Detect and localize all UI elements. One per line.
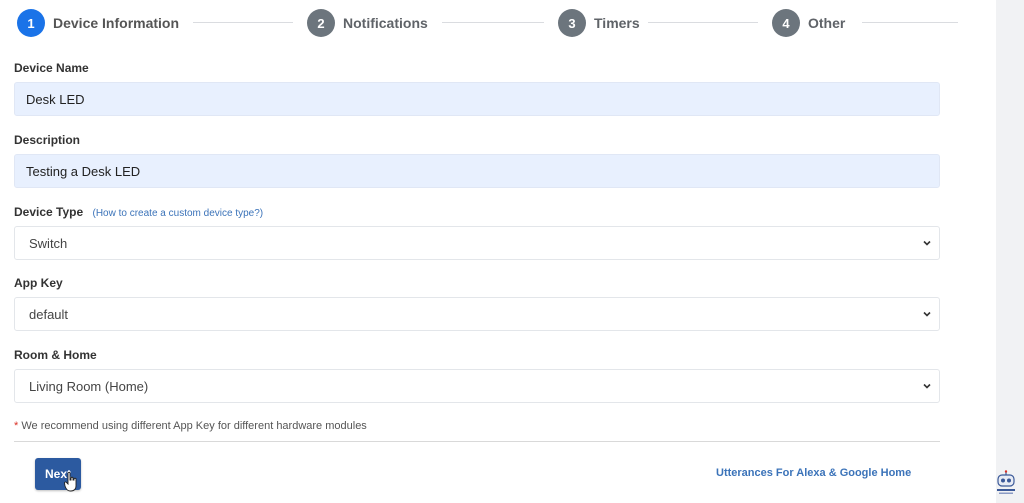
step-number: 3 bbox=[558, 9, 586, 37]
step-label: Timers bbox=[594, 15, 640, 31]
step-label: Device Information bbox=[53, 15, 180, 31]
step-notifications[interactable]: 2 Notifications bbox=[307, 9, 428, 37]
app-key-note: * We recommend using different App Key f… bbox=[14, 420, 367, 432]
description-label: Description bbox=[14, 133, 81, 147]
divider bbox=[14, 441, 940, 442]
scrollbar-track[interactable] bbox=[996, 0, 1024, 503]
description-input[interactable]: Testing a Desk LED bbox=[14, 154, 940, 188]
device-type-label-text: Device Type bbox=[14, 205, 84, 219]
step-timers[interactable]: 3 Timers bbox=[558, 9, 640, 37]
step-connector bbox=[862, 22, 958, 23]
chevron-down-icon bbox=[923, 311, 931, 317]
step-device-information[interactable]: 1 Device Information bbox=[17, 9, 179, 37]
app-key-label: App Key bbox=[14, 276, 63, 290]
step-connector bbox=[442, 22, 544, 23]
step-number: 1 bbox=[17, 9, 45, 37]
device-name-input[interactable]: Desk LED bbox=[14, 82, 940, 116]
chevron-down-icon bbox=[923, 240, 931, 246]
device-type-label: Device Type (How to create a custom devi… bbox=[14, 205, 263, 219]
app-key-select[interactable]: default bbox=[14, 297, 940, 331]
step-connector bbox=[193, 22, 293, 23]
app-key-value: default bbox=[29, 306, 69, 322]
utterances-link[interactable]: Utterances For Alexa & Google Home bbox=[716, 467, 911, 479]
chevron-down-icon bbox=[923, 383, 931, 389]
device-type-value: Switch bbox=[29, 235, 68, 251]
room-home-select[interactable]: Living Room (Home) bbox=[14, 369, 940, 403]
step-number: 4 bbox=[772, 9, 800, 37]
hand-cursor-icon bbox=[64, 472, 77, 492]
step-other[interactable]: 4 Other bbox=[772, 9, 845, 37]
device-name-label: Device Name bbox=[14, 61, 89, 75]
step-number: 2 bbox=[307, 9, 335, 37]
room-home-label: Room & Home bbox=[14, 348, 97, 362]
room-home-value: Living Room (Home) bbox=[29, 378, 149, 394]
step-connector bbox=[648, 22, 758, 23]
step-label: Other bbox=[808, 15, 846, 31]
robot-mascot-icon bbox=[997, 470, 1015, 494]
note-text: We recommend using different App Key for… bbox=[18, 420, 367, 432]
wizard-stepper: 1 Device Information 2 Notifications 3 T… bbox=[0, 0, 960, 46]
step-label: Notifications bbox=[343, 15, 428, 31]
device-type-select[interactable]: Switch bbox=[14, 226, 940, 260]
custom-device-type-help-link[interactable]: (How to create a custom device type?) bbox=[93, 208, 264, 219]
